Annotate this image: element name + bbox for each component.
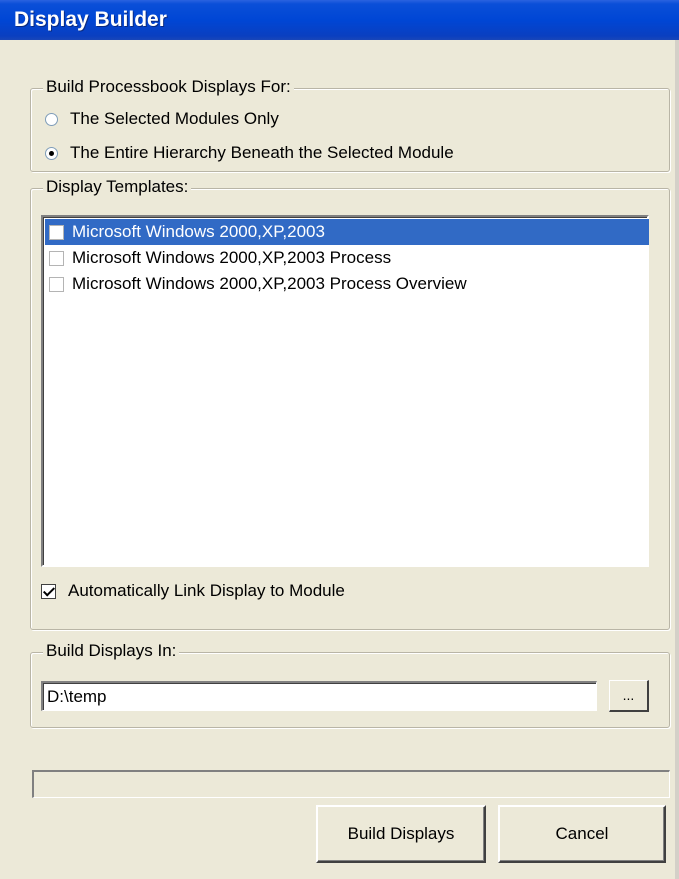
radio-selected-modules-button[interactable]	[45, 112, 58, 126]
templates-listbox[interactable]: Microsoft Windows 2000,XP,2003 Microsoft…	[41, 215, 649, 567]
auto-link-label: Automatically Link Display to Module	[68, 581, 345, 600]
build-displays-button[interactable]: Build Displays	[316, 805, 486, 863]
radio-entire-hierarchy-label: The Entire Hierarchy Beneath the Selecte…	[70, 143, 454, 162]
window-title: Display Builder	[14, 8, 167, 31]
template-item-label: Microsoft Windows 2000,XP,2003	[72, 222, 325, 241]
template-item-label: Microsoft Windows 2000,XP,2003 Process O…	[72, 274, 467, 293]
build-in-group: Build Displays In: ...	[30, 641, 670, 728]
progress-bar	[32, 770, 670, 798]
radio-selected-modules[interactable]: The Selected Modules Only	[45, 109, 279, 129]
dialog-body: Build Processbook Displays For: The Sele…	[0, 40, 679, 879]
template-item[interactable]: Microsoft Windows 2000,XP,2003	[45, 219, 649, 245]
template-item[interactable]: Microsoft Windows 2000,XP,2003 Process O…	[45, 271, 649, 297]
template-item-label: Microsoft Windows 2000,XP,2003 Process	[72, 248, 392, 267]
title-bar[interactable]: Display Builder	[0, 0, 679, 40]
templates-group: Display Templates: Microsoft Windows 200…	[30, 177, 670, 630]
templates-legend: Display Templates:	[43, 177, 192, 197]
cancel-button[interactable]: Cancel	[498, 805, 666, 863]
radio-selected-modules-label: The Selected Modules Only	[70, 109, 279, 128]
template-item-checkbox[interactable]	[49, 224, 64, 240]
build-path-input[interactable]	[41, 681, 597, 711]
template-item-checkbox[interactable]	[49, 250, 64, 266]
build-in-legend: Build Displays In:	[43, 641, 180, 661]
build-for-group: Build Processbook Displays For: The Sele…	[30, 77, 670, 172]
template-item-checkbox[interactable]	[49, 276, 64, 292]
build-for-legend: Build Processbook Displays For:	[43, 77, 294, 97]
browse-button[interactable]: ...	[609, 680, 649, 712]
auto-link-row[interactable]: Automatically Link Display to Module	[41, 581, 345, 601]
build-displays-label: Build Displays	[347, 824, 455, 843]
auto-link-checkbox[interactable]	[41, 583, 56, 599]
radio-entire-hierarchy-button[interactable]	[45, 146, 58, 160]
cancel-label: Cancel	[555, 824, 609, 843]
radio-entire-hierarchy[interactable]: The Entire Hierarchy Beneath the Selecte…	[45, 143, 454, 163]
template-item[interactable]: Microsoft Windows 2000,XP,2003 Process	[45, 245, 649, 271]
